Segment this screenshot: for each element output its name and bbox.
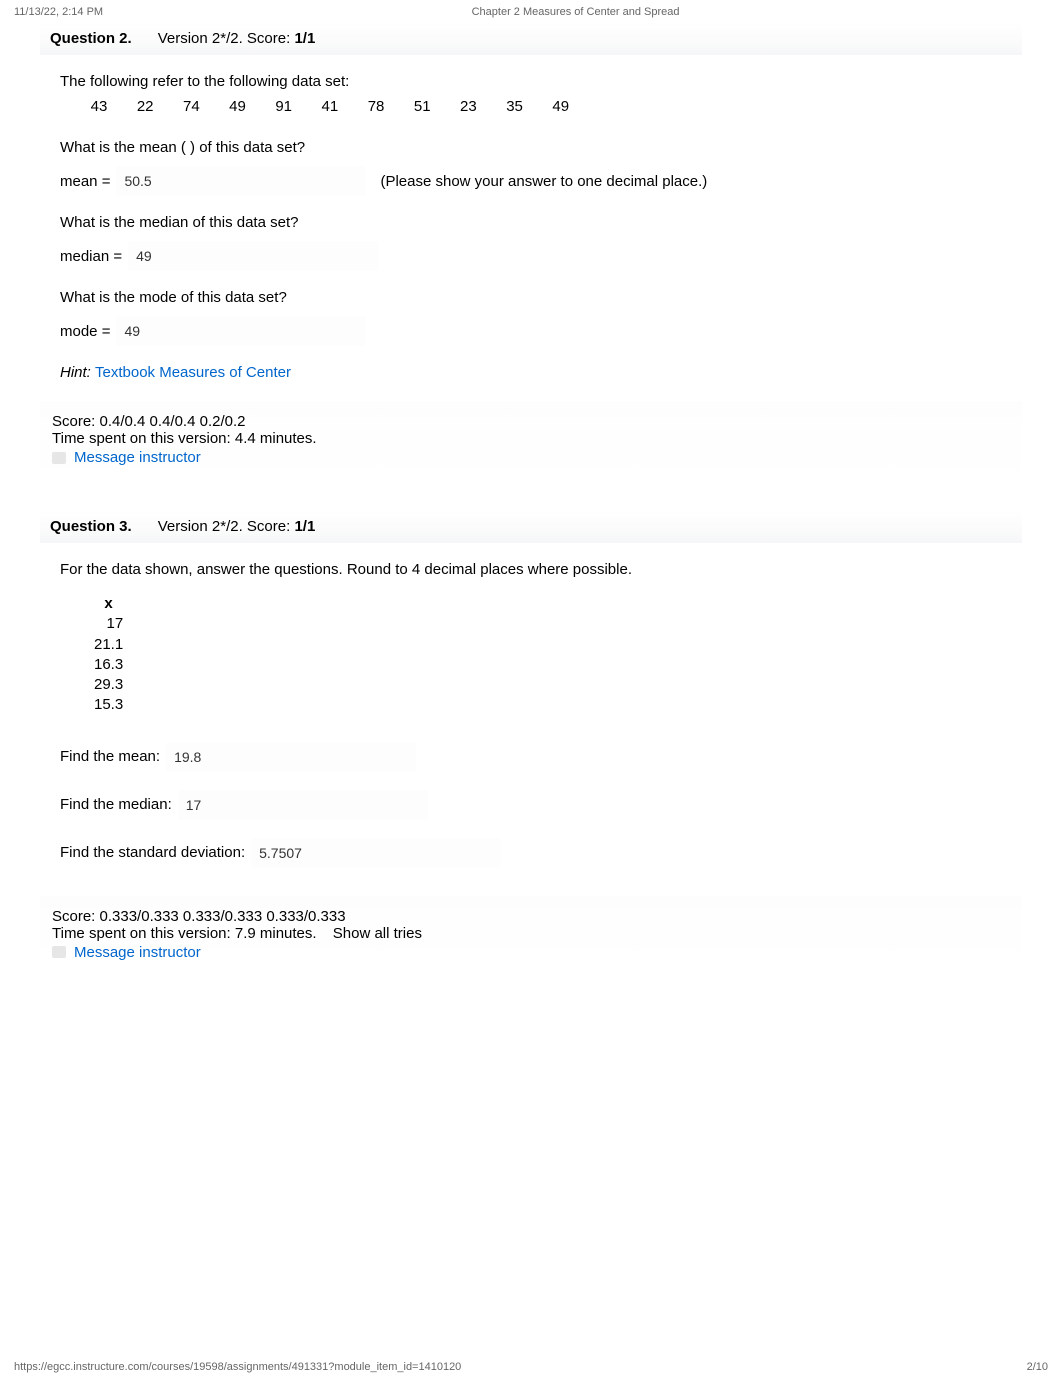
question-2-score-line: Score: 0.4/0.4 0.4/0.4 0.2/0.2 xyxy=(52,413,1010,430)
print-url: https://egcc.instructure.com/courses/195… xyxy=(14,1361,461,1373)
question-3-table: x 17 21.1 16.3 29.3 15.3 xyxy=(84,594,133,716)
question-3-body: For the data shown, answer the questions… xyxy=(40,543,1022,896)
mode-input[interactable] xyxy=(116,316,366,346)
print-footer: https://egcc.instructure.com/courses/195… xyxy=(14,1361,1048,1373)
question-2-version: Version 2*/2. Score: 1/1 xyxy=(158,30,316,47)
print-datetime: 11/13/22, 2:14 PM xyxy=(14,6,103,18)
mean-input[interactable] xyxy=(116,166,366,196)
show-all-tries[interactable]: Show all tries xyxy=(333,925,422,942)
question-2-mode-prompt: What is the mode of this data set? xyxy=(60,289,1002,306)
question-2-median-prompt: What is the median of this data set? xyxy=(60,214,1002,231)
message-icon xyxy=(52,452,66,464)
q3-sd-label: Find the standard deviation: xyxy=(60,844,245,861)
print-header: 11/13/22, 2:14 PM Chapter 2 Measures of … xyxy=(0,0,1062,22)
x-header: x xyxy=(84,594,133,614)
print-title: Chapter 2 Measures of Center and Spread xyxy=(472,6,680,18)
q3-mean-input[interactable] xyxy=(166,742,416,772)
hint-label: Hint: xyxy=(60,364,95,381)
question-3-intro: For the data shown, answer the questions… xyxy=(60,561,1002,578)
question-3-version: Version 2*/2. Score: 1/1 xyxy=(158,518,316,535)
median-label: median = xyxy=(60,248,122,265)
question-2-dataset: 43 22 74 49 91 41 78 51 23 35 49 xyxy=(78,98,1002,115)
mode-label: mode = xyxy=(60,323,110,340)
question-3-label: Question 3. xyxy=(50,518,132,535)
question-3-time-line: Time spent on this version: 7.9 minutes. xyxy=(52,925,317,942)
message-icon xyxy=(52,946,66,958)
hint-link[interactable]: Textbook Measures of Center xyxy=(95,364,291,381)
question-3-score-line: Score: 0.333/0.333 0.333/0.333 0.333/0.3… xyxy=(52,908,1010,925)
question-2-mean-prompt: What is the mean ( ) of this data set? xyxy=(60,139,1002,156)
question-2-header: Question 2. Version 2*/2. Score: 1/1 xyxy=(40,22,1022,55)
q3-median-label: Find the median: xyxy=(60,796,172,813)
question-2-footer: Score: 0.4/0.4 0.4/0.4 0.2/0.2 Time spen… xyxy=(40,401,1022,484)
mean-label: mean = xyxy=(60,173,110,190)
question-2-intro: The following refer to the following dat… xyxy=(60,73,1002,90)
message-instructor-link[interactable]: Message instructor xyxy=(74,944,201,961)
question-2-label: Question 2. xyxy=(50,30,132,47)
median-input[interactable] xyxy=(128,241,378,271)
mean-note: (Please show your answer to one decimal … xyxy=(380,173,707,190)
q3-sd-input[interactable] xyxy=(251,838,501,868)
question-2-time-line: Time spent on this version: 4.4 minutes. xyxy=(52,430,1010,447)
message-instructor-link[interactable]: Message instructor xyxy=(74,449,201,466)
question-2-hint: Hint: Textbook Measures of Center xyxy=(60,364,1002,381)
print-page-num: 2/10 xyxy=(1027,1361,1048,1373)
q3-median-input[interactable] xyxy=(178,790,428,820)
question-3-footer: Score: 0.333/0.333 0.333/0.333 0.333/0.3… xyxy=(40,896,1022,963)
q3-mean-label: Find the mean: xyxy=(60,748,160,765)
question-2-body: The following refer to the following dat… xyxy=(40,55,1022,401)
question-3-header: Question 3. Version 2*/2. Score: 1/1 xyxy=(40,510,1022,543)
question-3-time-row: Time spent on this version: 7.9 minutes.… xyxy=(52,925,1010,942)
